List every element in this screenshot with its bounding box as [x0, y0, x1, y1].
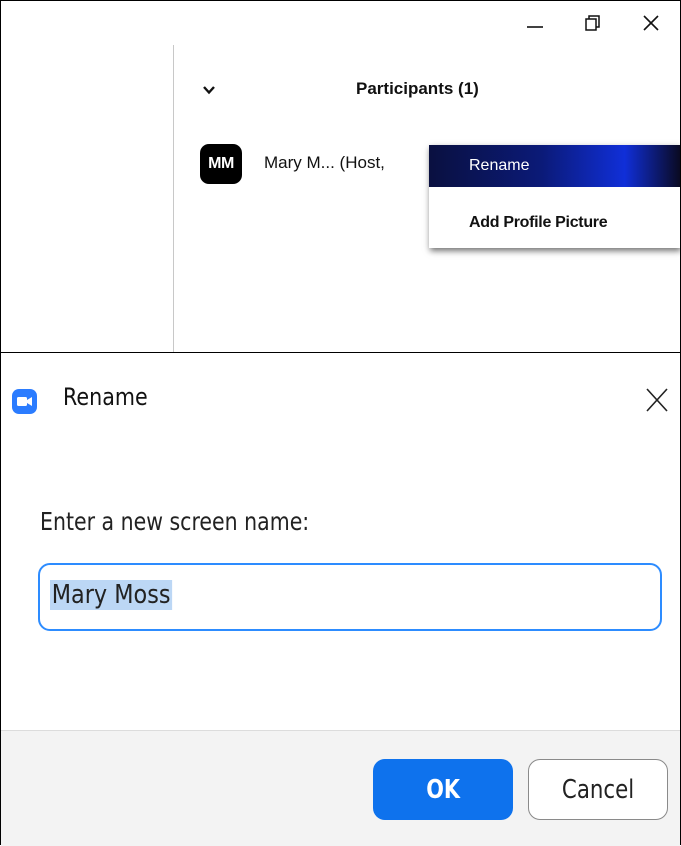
- minimize-icon: [527, 26, 543, 28]
- close-icon: [646, 388, 668, 412]
- participant-context-menu: Rename Add Profile Picture: [429, 145, 680, 248]
- restore-button[interactable]: [564, 1, 622, 45]
- cancel-button[interactable]: Cancel: [528, 759, 668, 820]
- dialog-close-button[interactable]: [642, 383, 672, 417]
- dialog-title: Rename: [63, 383, 148, 411]
- ok-button[interactable]: OK: [373, 759, 513, 820]
- cancel-button-label: Cancel: [561, 774, 635, 805]
- chevron-down-icon[interactable]: [201, 83, 217, 102]
- restore-icon: [585, 15, 600, 31]
- menu-item-add-profile-picture[interactable]: Add Profile Picture: [429, 202, 680, 244]
- screen-name-value[interactable]: Mary Moss: [50, 580, 173, 610]
- close-icon: [643, 15, 659, 31]
- dialog-titlebar: Rename: [1, 353, 680, 445]
- dialog-footer: OK Cancel: [1, 730, 680, 846]
- avatar: MM: [200, 144, 242, 184]
- participant-name: Mary M... (Host,: [264, 153, 385, 172]
- panel-divider: [173, 45, 174, 363]
- screen-name-input[interactable]: Mary Moss: [38, 563, 662, 631]
- participants-header: Participants (1): [201, 73, 671, 109]
- participants-title: Participants (1): [356, 79, 479, 98]
- participants-window: Participants (1) MM Mary M... (Host, Ren…: [0, 0, 681, 363]
- window-close-button[interactable]: [622, 1, 680, 45]
- window-controls: [506, 1, 680, 45]
- ok-button-label: OK: [426, 774, 460, 805]
- screen-name-label: Enter a new screen name:: [40, 507, 310, 536]
- menu-item-rename[interactable]: Rename: [429, 145, 680, 187]
- zoom-logo-icon: [12, 389, 37, 414]
- minimize-button[interactable]: [506, 1, 564, 45]
- rename-dialog: Rename Enter a new screen name: Mary Mos…: [0, 352, 681, 846]
